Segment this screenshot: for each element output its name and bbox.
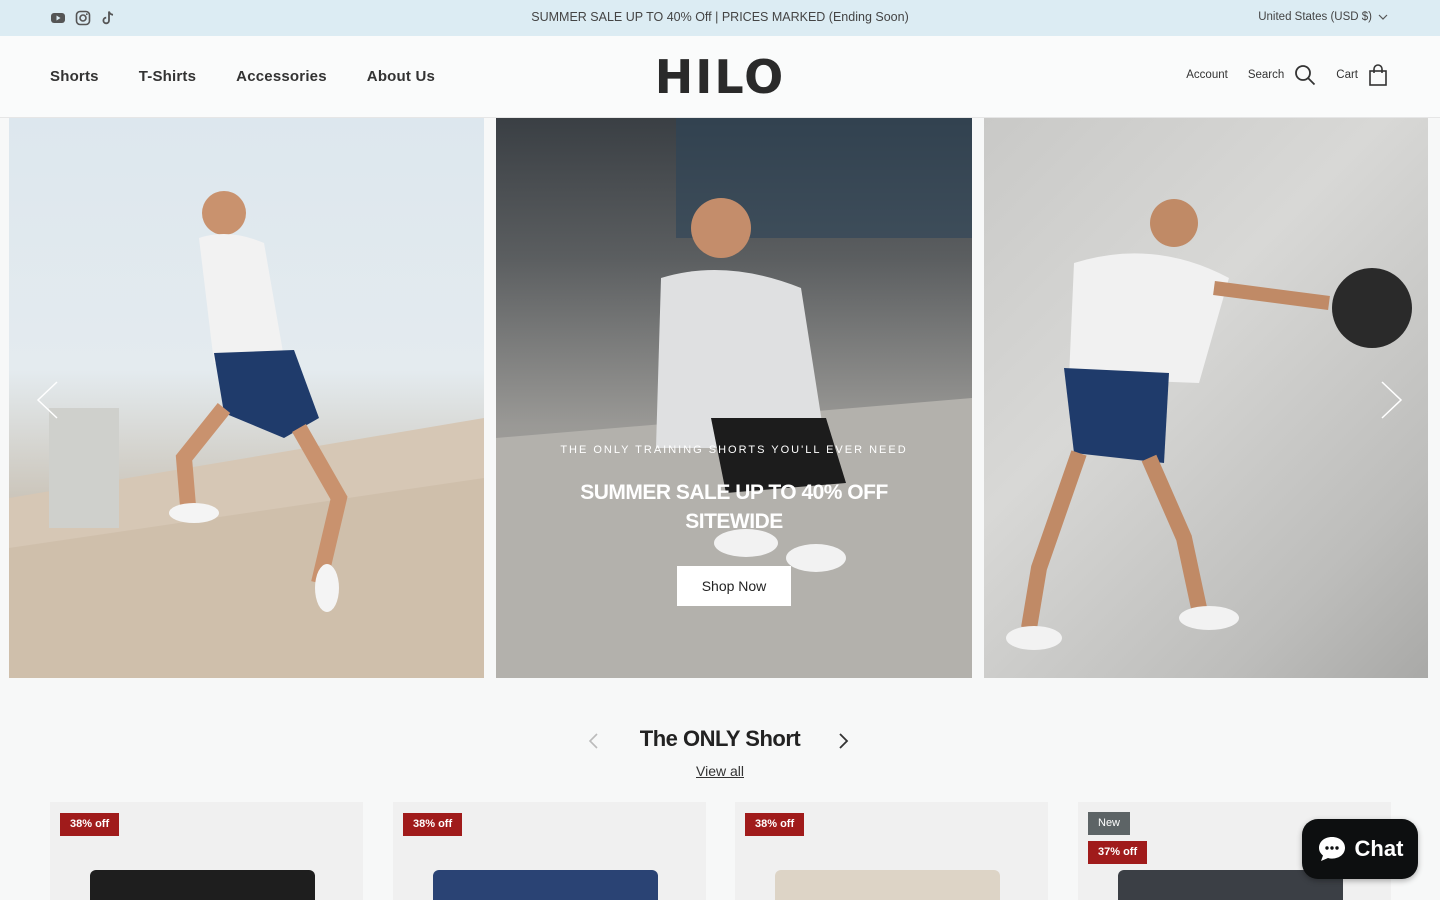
discount-badge: 38% off xyxy=(60,813,120,836)
search-icon xyxy=(1295,65,1316,86)
hero-next-arrow[interactable] xyxy=(1380,380,1404,420)
new-badge: New xyxy=(1088,812,1131,835)
announcement-text[interactable]: SUMMER SALE UP TO 40% Off | PRICES MARKE… xyxy=(0,10,1440,24)
hero-title: SUMMER SALE UP TO 40% OFF SITEWIDE xyxy=(580,481,888,533)
currency-label: United States (USD $) xyxy=(1258,11,1372,23)
hero-slideshow: THE ONLY TRAINING SHORTS YOU'LL EVER NEE… xyxy=(0,118,1440,678)
product-image xyxy=(775,870,1000,900)
cart-button[interactable]: Cart xyxy=(1336,64,1388,86)
collection-next-icon[interactable] xyxy=(838,732,850,750)
product-card[interactable]: 38% off xyxy=(50,802,363,900)
account-link[interactable]: Account xyxy=(1186,69,1228,81)
search-label: Search xyxy=(1247,69,1285,81)
product-card[interactable]: 38% off xyxy=(393,802,706,900)
product-image xyxy=(433,870,658,900)
product-card[interactable]: 38% off xyxy=(735,802,1048,900)
chevron-down-icon xyxy=(1378,14,1388,20)
hero-image-right xyxy=(984,118,1428,678)
search-button[interactable]: Search xyxy=(1248,64,1316,86)
chat-button[interactable]: Chat xyxy=(1302,819,1418,879)
product-image xyxy=(90,870,315,900)
hero-image-left xyxy=(9,118,484,678)
product-grid: 38% off 38% off 38% off New 37% off xyxy=(50,802,1391,900)
hero-prev-arrow[interactable] xyxy=(35,380,59,420)
cart-label: Cart xyxy=(1336,69,1358,81)
hero-content: THE ONLY TRAINING SHORTS YOU'LL EVER NEE… xyxy=(496,444,972,606)
header-tools: Account Search Cart xyxy=(1186,64,1388,86)
view-all-wrap: View all xyxy=(0,763,1440,779)
discount-badge: 38% off xyxy=(745,813,805,836)
shopping-bag-icon xyxy=(1369,64,1387,86)
chat-bubble-icon xyxy=(1318,837,1345,861)
shop-now-button[interactable]: Shop Now xyxy=(677,566,791,606)
discount-badge: 37% off xyxy=(1088,841,1148,864)
collection-header: The ONLY Short xyxy=(0,726,1440,752)
chat-label: Chat xyxy=(1354,836,1404,861)
site-header: Shorts T-Shirts Accessories About Us HIL… xyxy=(0,36,1440,118)
collection-title: The ONLY Short xyxy=(639,726,801,751)
collection-prev-icon[interactable] xyxy=(587,732,599,750)
view-all-link[interactable]: View all xyxy=(696,763,744,779)
currency-selector[interactable]: United States (USD $) xyxy=(1258,11,1388,23)
announcement-bar: SUMMER SALE UP TO 40% Off | PRICES MARKE… xyxy=(0,0,1440,36)
discount-badge: 38% off xyxy=(403,813,463,836)
account-label: Account xyxy=(1186,69,1228,81)
hero-kicker: THE ONLY TRAINING SHORTS YOU'LL EVER NEE… xyxy=(560,444,908,456)
